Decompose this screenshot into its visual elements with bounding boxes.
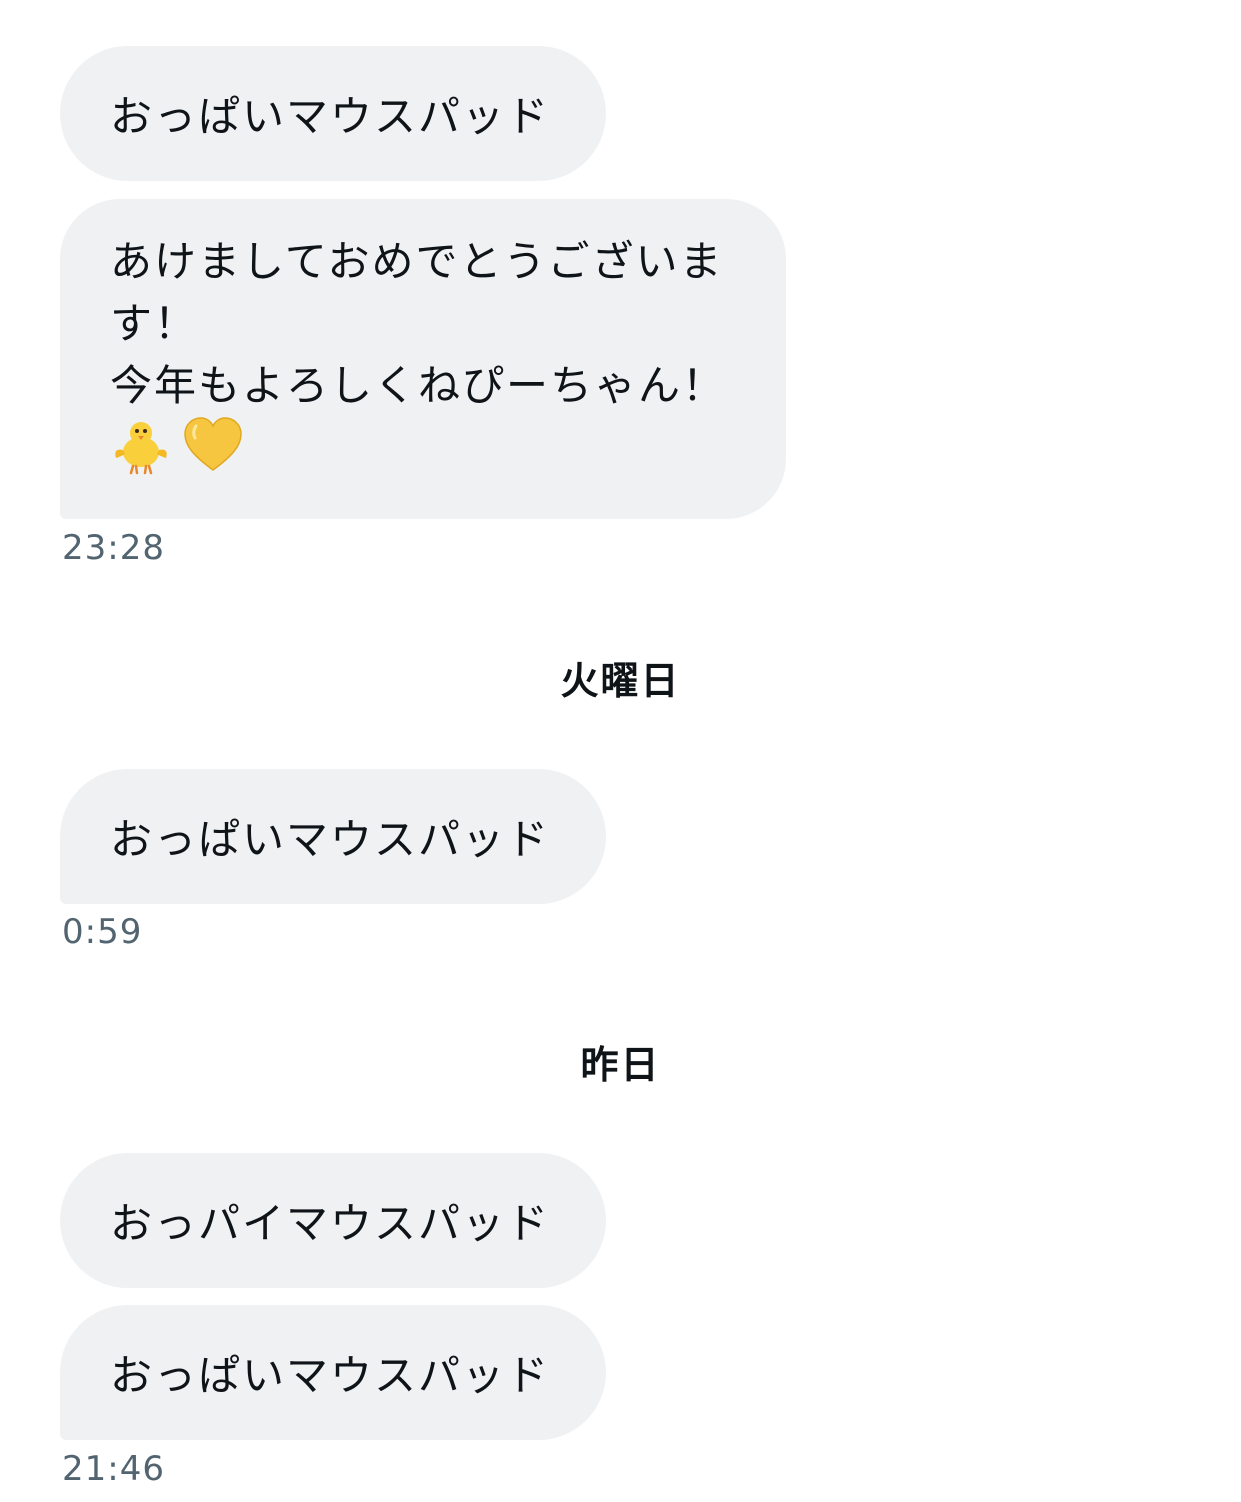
message-text-line: 今年もよろしくねぴーちゃん！ xyxy=(110,361,727,410)
message-timestamp: 0:59 xyxy=(62,912,143,952)
message-text-line: あけましておめでとうございま xyxy=(110,237,724,286)
message-text: おっパイマウスパッド xyxy=(110,1199,551,1248)
message-bubble[interactable]: おっパイマウスパッド xyxy=(60,1153,606,1288)
day-separator: 火曜日 xyxy=(560,659,681,703)
day-separator: 昨日 xyxy=(580,1043,661,1087)
emoji-row xyxy=(110,417,736,483)
message-bubble[interactable]: おっぱいマウスパッド xyxy=(60,769,606,904)
message-bubble[interactable]: おっぱいマウスパッド xyxy=(60,46,606,181)
message-text: おっぱいマウスパッド xyxy=(110,1351,551,1400)
yellow-heart-emoji-icon xyxy=(182,414,244,486)
message-text: おっぱいマウスパッド xyxy=(110,815,551,864)
message-timestamp: 21:46 xyxy=(62,1449,165,1489)
message-bubble[interactable]: おっぱいマウスパッド xyxy=(60,1305,606,1440)
message-bubble[interactable]: あけましておめでとうございま す！ 今年もよろしくねぴーちゃん！ xyxy=(60,199,786,519)
message-timestamp: 23:28 xyxy=(62,528,165,568)
chick-emoji-icon xyxy=(110,414,172,486)
message-text: おっぱいマウスパッド xyxy=(110,92,551,141)
message-text-line: す！ xyxy=(110,299,199,348)
